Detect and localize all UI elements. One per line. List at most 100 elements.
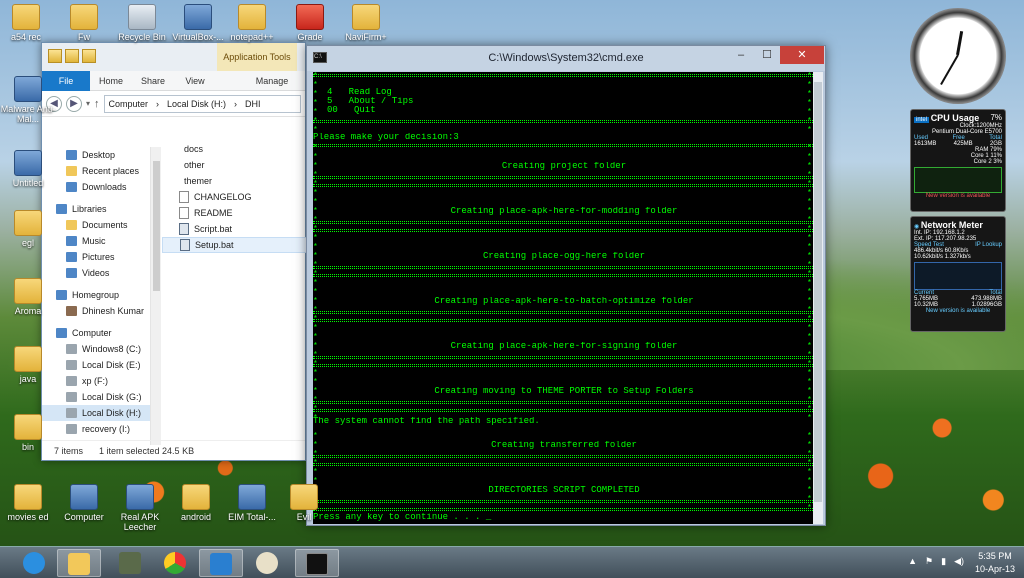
nav-item[interactable]: Recent places: [42, 163, 161, 179]
taskbar-camera[interactable]: [199, 549, 243, 577]
folder-icon: [14, 414, 42, 440]
nav-item[interactable]: Local Disk (G:): [42, 389, 161, 405]
net-update-notice[interactable]: New version is available: [914, 308, 1002, 314]
volume-icon[interactable]: ◀): [954, 556, 964, 567]
desktop-icon[interactable]: notepad++: [222, 4, 282, 42]
tab-home[interactable]: Home: [90, 76, 132, 86]
desktop-icon[interactable]: a54 rec: [0, 4, 56, 42]
nav-item[interactable]: Pictures: [42, 249, 161, 265]
console-scrollbar[interactable]: [813, 72, 823, 524]
console-output[interactable]: * * * * * * * * * * * * * * * * * * * * * * * * * * * * * * * * * * * * * * * *…: [313, 72, 815, 524]
tray-expand-icon[interactable]: ▲: [908, 556, 917, 567]
breadcrumb-computer[interactable]: Computer: [109, 96, 149, 112]
file-row[interactable]: other: [162, 157, 307, 173]
properties-icon[interactable]: [65, 49, 79, 63]
close-button[interactable]: ✕: [780, 46, 824, 64]
explorer-window[interactable]: Application Tools File Home Share View M…: [41, 42, 307, 461]
address-bar[interactable]: Computer › Local Disk (H:) › DHI: [103, 94, 301, 113]
taskbar-chrome[interactable]: [153, 549, 197, 577]
desktop-icon[interactable]: java: [0, 346, 58, 384]
new-folder-icon[interactable]: [82, 49, 96, 63]
network-meter-gadget[interactable]: ◉ Network Meter Int. IP: 192.168.1.2 Ext…: [910, 216, 1006, 332]
drive-icon: [66, 392, 77, 402]
app-icon: [238, 484, 266, 510]
nav-item[interactable]: Desktop: [42, 147, 161, 163]
flag-icon[interactable]: ⚑: [925, 556, 933, 567]
tab-manage[interactable]: Manage: [251, 76, 293, 86]
file-row[interactable]: Setup.bat: [162, 237, 307, 253]
border-star: *: [313, 234, 318, 243]
nav-item[interactable]: xp (F:): [42, 373, 161, 389]
border-star: *: [313, 108, 318, 117]
file-row[interactable]: themer: [162, 173, 307, 189]
network-icon[interactable]: ▮: [941, 556, 946, 567]
desktop-icon[interactable]: movies ed: [0, 484, 58, 522]
nav-item[interactable]: recovery (I:): [42, 421, 161, 437]
nav-item[interactable]: Windows8 (C:): [42, 341, 161, 357]
scrollbar-thumb[interactable]: [153, 161, 160, 291]
border-line: [313, 221, 815, 224]
desktop-icon[interactable]: Computer: [54, 484, 114, 522]
ribbon-tabs: File Home Share View Manage: [42, 70, 305, 91]
taskbar-paint[interactable]: [245, 549, 289, 577]
taskbar-ie[interactable]: [12, 549, 56, 577]
desktop-icon[interactable]: VirtualBox-...: [168, 4, 228, 42]
nav-item[interactable]: Local Disk (E:): [42, 357, 161, 373]
folder-icon: [12, 4, 40, 30]
border-star: *: [313, 279, 318, 288]
nav-item[interactable]: Libraries: [42, 201, 161, 217]
nav-item[interactable]: Videos: [42, 265, 161, 281]
taskbar-explorer[interactable]: [57, 549, 101, 577]
cpu-update-notice[interactable]: New version is available: [914, 193, 1002, 199]
desktop-icon[interactable]: Malware Anti-Mal...: [0, 76, 58, 124]
file-row[interactable]: Script.bat: [162, 221, 307, 237]
desktop-icon[interactable]: Real APK Leecher: [110, 484, 170, 532]
minimize-button[interactable]: –: [728, 46, 754, 64]
nav-item-label: Windows8 (C:): [82, 344, 142, 354]
clock-gadget[interactable]: [910, 8, 1006, 104]
desktop-icon[interactable]: NaviFirm+: [336, 4, 396, 42]
breadcrumb-dhi[interactable]: DHI: [245, 96, 261, 112]
nav-item[interactable]: Downloads: [42, 179, 161, 195]
ip-lookup-link[interactable]: IP Lookup: [975, 242, 1002, 248]
breadcrumb-local-disk-h[interactable]: Local Disk (H:): [167, 96, 226, 112]
clock-tray[interactable]: 5:35 PM 10-Apr-13: [972, 550, 1018, 576]
cmd-window[interactable]: C:\ C:\Windows\System32\cmd.exe – ☐ ✕ * *…: [306, 45, 826, 526]
desktop-icon[interactable]: Aroma: [0, 278, 58, 316]
nav-scrollbar[interactable]: [150, 147, 161, 445]
taskbar: ▲ ⚑ ▮ ◀) 5:35 PM 10-Apr-13: [0, 546, 1024, 578]
desktop-icon[interactable]: Fw: [54, 4, 114, 42]
desktop-icon[interactable]: Untitled: [0, 150, 58, 188]
scrollbar-thumb[interactable]: [814, 82, 822, 502]
tab-view[interactable]: View: [174, 76, 216, 86]
desktop-icon[interactable]: Grade: [280, 4, 340, 42]
nav-item[interactable]: Homegroup: [42, 287, 161, 303]
file-row[interactable]: CHANGELOG: [162, 189, 307, 205]
chevron-down-icon[interactable]: ▾: [86, 99, 90, 108]
cpu-usage-gadget[interactable]: intel CPU Usage 7% Clock:1200MHz Pentium…: [910, 109, 1006, 212]
desktop-icon[interactable]: Evil: [274, 484, 334, 522]
menu-line: 00 Quit: [327, 106, 376, 115]
desktop-icon[interactable]: egl: [0, 210, 58, 248]
file-row[interactable]: README: [162, 205, 307, 221]
taskbar-game[interactable]: [108, 549, 152, 577]
nav-item[interactable]: Computer: [42, 325, 161, 341]
maximize-button[interactable]: ☐: [754, 46, 780, 64]
desktop-icon[interactable]: EIM Total-...: [222, 484, 282, 522]
desktop-icon[interactable]: bin: [0, 414, 58, 452]
nav-item[interactable]: Local Disk (H:): [42, 405, 161, 421]
nav-item[interactable]: Music: [42, 233, 161, 249]
forward-arrow-icon[interactable]: ▶: [66, 95, 82, 112]
nav-item[interactable]: Documents: [42, 217, 161, 233]
nav-item[interactable]: Dhinesh Kumar: [42, 303, 161, 319]
desktop-icon[interactable]: Recycle Bin: [112, 4, 172, 42]
up-arrow-icon[interactable]: ↑: [94, 98, 100, 110]
folder-icon: [66, 166, 77, 176]
tab-share[interactable]: Share: [132, 76, 174, 86]
explorer-titlebar[interactable]: Application Tools: [42, 43, 305, 71]
taskbar-cmd[interactable]: [295, 549, 339, 577]
desktop-icon[interactable]: android: [166, 484, 226, 522]
folder-icon[interactable]: [48, 49, 62, 63]
cmd-titlebar[interactable]: C:\ C:\Windows\System32\cmd.exe – ☐ ✕: [307, 46, 825, 71]
file-row[interactable]: docs: [162, 141, 307, 157]
